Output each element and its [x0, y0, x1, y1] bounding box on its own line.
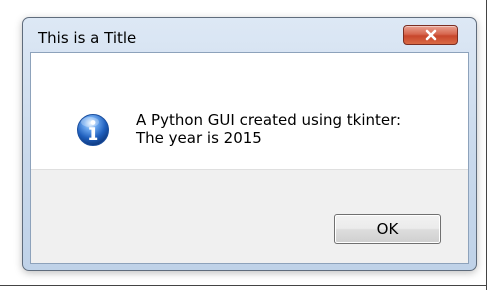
crop-edge-bottom	[0, 285, 487, 286]
crop-edge-right	[486, 0, 487, 290]
message-line-2: The year is 2015	[136, 129, 262, 147]
window-title: This is a Title	[38, 29, 137, 47]
screenshot-page: This is a Title A Python GUI created usi…	[0, 0, 489, 290]
close-button[interactable]	[403, 25, 458, 45]
dialog-message: A Python GUI created using tkinter: The …	[136, 111, 401, 147]
ok-button[interactable]: OK	[334, 214, 441, 244]
close-icon	[425, 29, 436, 41]
message-line-1: A Python GUI created using tkinter:	[136, 111, 402, 129]
info-icon	[77, 114, 109, 146]
message-content: A Python GUI created using tkinter: The …	[31, 53, 468, 169]
title-bar[interactable]: This is a Title	[23, 18, 476, 52]
